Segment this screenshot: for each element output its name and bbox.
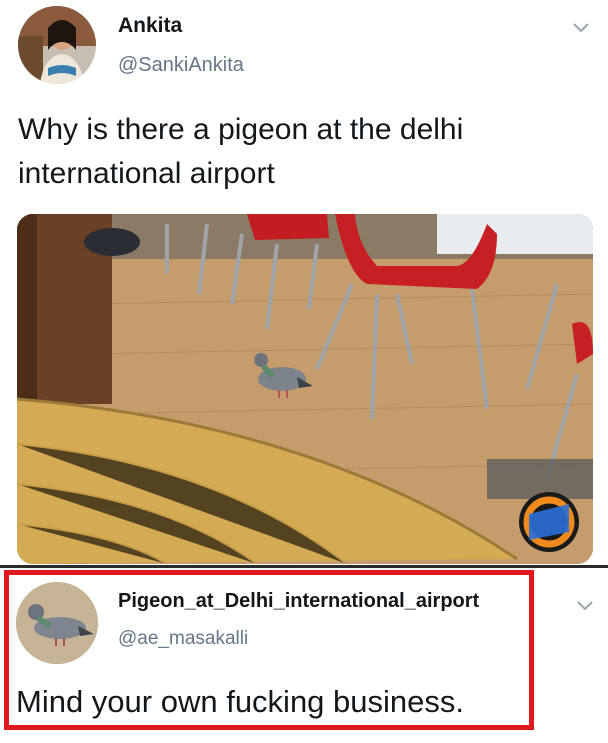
author-avatar[interactable] xyxy=(18,6,96,84)
reply-text: Mind your own fucking business. xyxy=(16,684,465,719)
user-avatar-icon xyxy=(18,6,96,84)
reply-author-handle[interactable]: @ae_masakalli xyxy=(118,628,248,650)
tweet-text: Why is there a pigeon at the delhi inter… xyxy=(18,113,464,190)
watermark-logo-icon xyxy=(519,492,579,552)
reply-author-avatar[interactable] xyxy=(16,582,98,664)
author-name[interactable]: Ankita xyxy=(118,14,182,38)
author-handle[interactable]: @SankiAnkita xyxy=(118,54,244,77)
original-tweet: Ankita @SankiAnkita Why is there a pigeo… xyxy=(0,0,608,565)
chevron-down-icon[interactable] xyxy=(570,16,592,38)
airport-photo xyxy=(17,214,593,564)
pigeon-avatar-icon xyxy=(16,582,98,664)
tweet-divider xyxy=(0,565,608,568)
chevron-down-icon[interactable] xyxy=(574,594,596,616)
tweet-media[interactable] xyxy=(17,214,593,564)
reply-author-name[interactable]: Pigeon_at_Delhi_international_airport xyxy=(118,590,479,613)
